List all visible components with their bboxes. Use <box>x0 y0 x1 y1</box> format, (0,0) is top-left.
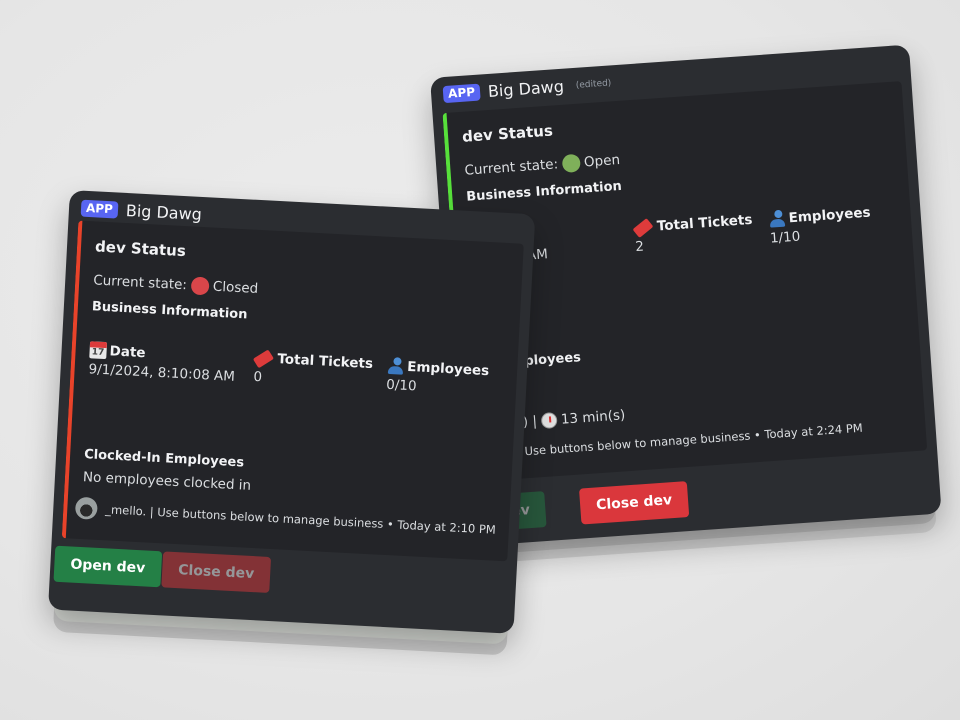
state-label: Current state: <box>464 156 559 179</box>
field-employees: Employees 0/10 <box>385 357 490 395</box>
state-value: Open <box>583 151 621 171</box>
stopwatch-icon <box>540 411 558 430</box>
bot-name[interactable]: Big Dawg <box>487 77 564 101</box>
close-dev-button[interactable]: Close dev <box>579 481 690 525</box>
green-circle-icon <box>561 153 581 173</box>
state-label: Current state: <box>92 272 188 294</box>
people-icon <box>387 357 405 375</box>
message-card: APP Big Dawg dev Status Current state: C… <box>48 190 536 634</box>
message-header: APP Big Dawg (edited) <box>442 73 612 104</box>
edited-label: (edited) <box>575 77 612 91</box>
field-employees: Employees 1/10 <box>768 204 872 247</box>
status-card-closed: APP Big Dawg dev Status Current state: C… <box>48 190 536 656</box>
red-circle-icon <box>190 276 210 296</box>
avatar[interactable] <box>74 496 98 520</box>
clocked-in-text: No employees clocked in <box>82 469 252 494</box>
embed-accent-bar <box>61 220 83 539</box>
app-badge: APP <box>80 199 119 219</box>
embed-title: dev Status <box>461 121 554 146</box>
embed-footer: _mello. | Use buttons below to manage bu… <box>74 496 497 541</box>
business-info-title: Business Information <box>91 299 248 323</box>
message-header: APP Big Dawg <box>80 199 202 224</box>
bot-name[interactable]: Big Dawg <box>125 201 202 224</box>
calendar-icon: 17 <box>89 341 108 360</box>
ticket-icon <box>632 217 654 238</box>
current-state: Current state: Open <box>464 151 621 180</box>
app-badge: APP <box>442 83 481 104</box>
field-date: 17 Date 9/1/2024, 8:10:08 AM <box>88 341 236 385</box>
field-total-tickets: Total Tickets 0 <box>252 348 373 391</box>
state-value: Closed <box>212 278 259 297</box>
business-info-title: Business Information <box>465 178 623 205</box>
status-embed: dev Status Current state: Closed Busines… <box>61 220 524 562</box>
close-dev-button[interactable]: Close dev <box>161 551 272 593</box>
embed-title: dev Status <box>94 237 187 261</box>
clocked-in-title: Clocked-In Employees <box>83 447 245 471</box>
current-state: Current state: Closed <box>93 271 259 298</box>
ticket-icon <box>252 348 275 368</box>
open-dev-button[interactable]: Open dev <box>53 545 163 588</box>
field-total-tickets: Total Tickets 2 <box>632 212 754 255</box>
people-icon <box>768 210 786 228</box>
